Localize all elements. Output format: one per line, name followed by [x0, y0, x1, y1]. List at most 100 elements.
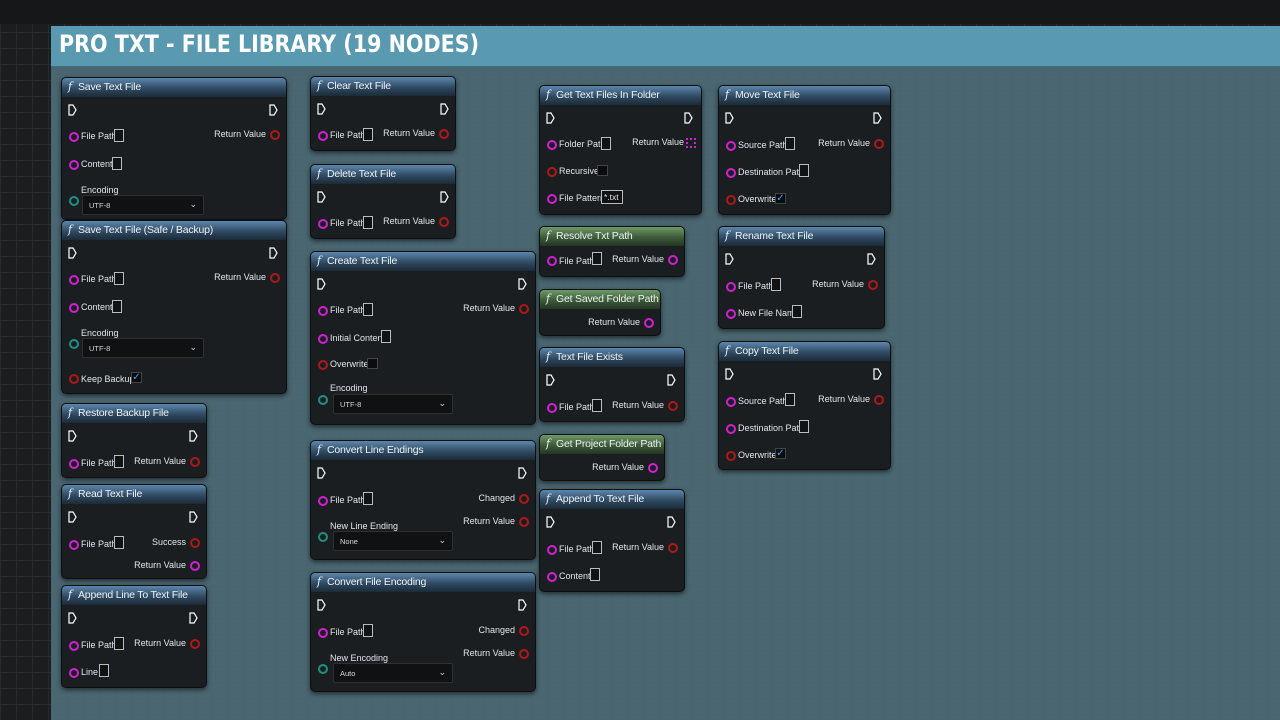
exec-out-pin-icon[interactable]: [684, 112, 693, 124]
array-pin-icon[interactable]: [686, 138, 696, 148]
file-path-pin-icon[interactable]: [318, 219, 328, 229]
file-path-input[interactable]: [114, 272, 124, 285]
recursive-checkbox[interactable]: [597, 165, 608, 176]
overwrite-checkbox[interactable]: [367, 358, 378, 369]
return-value-pin-icon[interactable]: [190, 457, 200, 467]
file-path-input[interactable]: [592, 252, 602, 265]
return-value-pin-icon[interactable]: [190, 639, 200, 649]
content-pin-icon[interactable]: [547, 572, 557, 582]
node-save-text-file-safe[interactable]: f Save Text File (Safe / Backup) File Pat…: [61, 220, 287, 394]
file-path-pin-icon[interactable]: [547, 545, 557, 555]
node-header[interactable]: f Convert Line Endings: [311, 441, 535, 460]
return-value-pin-icon[interactable]: [874, 395, 884, 405]
folder-path-pin-icon[interactable]: [547, 140, 557, 150]
exec-in-pin-icon[interactable]: [725, 112, 734, 124]
exec-out-pin-icon[interactable]: [189, 430, 198, 442]
node-header[interactable]: f Read Text File: [62, 485, 206, 504]
node-header[interactable]: f Restore Backup File: [62, 404, 206, 423]
exec-in-pin-icon[interactable]: [68, 247, 77, 259]
changed-pin-icon[interactable]: [519, 626, 529, 636]
node-header[interactable]: f Text File Exists: [540, 348, 684, 367]
exec-in-pin-icon[interactable]: [68, 511, 77, 523]
encoding-dropdown[interactable]: UTF-8 ⌄: [82, 338, 204, 358]
file-path-input[interactable]: [363, 216, 373, 229]
exec-in-pin-icon[interactable]: [68, 104, 77, 116]
success-pin-icon[interactable]: [190, 538, 200, 548]
node-header[interactable]: f Create Text File: [311, 252, 535, 271]
destination-path-pin-icon[interactable]: [726, 168, 736, 178]
exec-out-pin-icon[interactable]: [867, 253, 876, 265]
keep-backup-pin-icon[interactable]: [69, 374, 79, 384]
exec-out-pin-icon[interactable]: [518, 467, 527, 479]
node-get-text-files-in-folder[interactable]: f Get Text Files In Folder Folder Path Re…: [539, 85, 702, 215]
source-path-pin-icon[interactable]: [726, 397, 736, 407]
exec-out-pin-icon[interactable]: [518, 278, 527, 290]
file-path-input[interactable]: [592, 541, 602, 554]
node-header[interactable]: f Save Text File: [62, 78, 286, 97]
file-path-input[interactable]: [114, 455, 124, 468]
file-path-pin-icon[interactable]: [69, 540, 79, 550]
content-pin-icon[interactable]: [69, 303, 79, 313]
exec-in-pin-icon[interactable]: [68, 612, 77, 624]
file-path-pin-icon[interactable]: [726, 282, 736, 292]
file-path-pin-icon[interactable]: [69, 275, 79, 285]
exec-in-pin-icon[interactable]: [317, 278, 326, 290]
node-convert-file-encoding[interactable]: f Convert File Encoding File Path Changed…: [310, 572, 536, 692]
node-append-to-text-file[interactable]: f Append To Text File File Path Return Va…: [539, 489, 685, 592]
line-input[interactable]: [99, 664, 109, 677]
file-pattern-input[interactable]: *.txt: [601, 190, 623, 204]
return-value-pin-icon[interactable]: [868, 280, 878, 290]
exec-out-pin-icon[interactable]: [440, 191, 449, 203]
destination-path-input[interactable]: [799, 164, 809, 177]
node-header[interactable]: f Rename Text File: [719, 227, 884, 246]
return-value-pin-icon[interactable]: [668, 255, 678, 265]
new-line-ending-dropdown[interactable]: None ⌄: [333, 531, 453, 551]
node-save-text-file[interactable]: f Save Text File File Path Return Value C…: [61, 77, 287, 220]
content-input[interactable]: [112, 300, 122, 313]
node-convert-line-endings[interactable]: f Convert Line Endings File Path Changed …: [310, 440, 536, 560]
changed-pin-icon[interactable]: [519, 494, 529, 504]
node-copy-text-file[interactable]: f Copy Text File Source Path Return Value…: [718, 341, 891, 470]
file-path-pin-icon[interactable]: [547, 256, 557, 266]
source-path-input[interactable]: [785, 137, 795, 150]
return-value-pin-icon[interactable]: [519, 649, 529, 659]
node-get-saved-folder-path[interactable]: f Get Saved Folder Path Return Value: [539, 289, 661, 336]
recursive-pin-icon[interactable]: [547, 167, 557, 177]
overwrite-pin-icon[interactable]: [318, 360, 328, 370]
new-encoding-pin-icon[interactable]: [318, 664, 328, 674]
node-rename-text-file[interactable]: f Rename Text File File Path Return Value…: [718, 226, 885, 329]
new-line-ending-pin-icon[interactable]: [318, 532, 328, 542]
node-clear-text-file[interactable]: f Clear Text File File Path Return Value: [310, 76, 456, 151]
file-pattern-pin-icon[interactable]: [547, 194, 557, 204]
node-resolve-txt-path[interactable]: f Resolve Txt Path File Path Return Value: [539, 226, 685, 277]
file-path-pin-icon[interactable]: [69, 132, 79, 142]
exec-in-pin-icon[interactable]: [546, 112, 555, 124]
node-header[interactable]: f Append Line To Text File: [62, 586, 206, 605]
return-value-pin-icon[interactable]: [668, 543, 678, 553]
node-header[interactable]: f Convert File Encoding: [311, 573, 535, 592]
exec-out-pin-icon[interactable]: [189, 612, 198, 624]
node-header[interactable]: f Copy Text File: [719, 342, 890, 361]
file-path-pin-icon[interactable]: [318, 628, 328, 638]
return-value-pin-icon[interactable]: [519, 304, 529, 314]
exec-in-pin-icon[interactable]: [546, 516, 555, 528]
file-path-input[interactable]: [363, 624, 373, 637]
exec-in-pin-icon[interactable]: [725, 368, 734, 380]
new-file-name-input[interactable]: [792, 305, 802, 318]
file-path-pin-icon[interactable]: [69, 459, 79, 469]
node-get-project-folder-path[interactable]: f Get Project Folder Path Return Value: [539, 434, 665, 481]
node-read-text-file[interactable]: f Read Text File File Path Success Return…: [61, 484, 207, 579]
return-value-pin-icon[interactable]: [270, 130, 280, 140]
return-value-pin-icon[interactable]: [648, 463, 658, 473]
keep-backup-checkbox[interactable]: ✓: [131, 372, 142, 383]
exec-out-pin-icon[interactable]: [269, 104, 278, 116]
exec-in-pin-icon[interactable]: [317, 103, 326, 115]
return-value-pin-icon[interactable]: [439, 217, 449, 227]
exec-out-pin-icon[interactable]: [518, 599, 527, 611]
file-path-input[interactable]: [363, 492, 373, 505]
content-input[interactable]: [590, 568, 600, 581]
return-value-pin-icon[interactable]: [874, 139, 884, 149]
overwrite-checkbox[interactable]: ✓: [775, 193, 786, 204]
file-path-pin-icon[interactable]: [547, 403, 557, 413]
line-pin-icon[interactable]: [69, 668, 79, 678]
